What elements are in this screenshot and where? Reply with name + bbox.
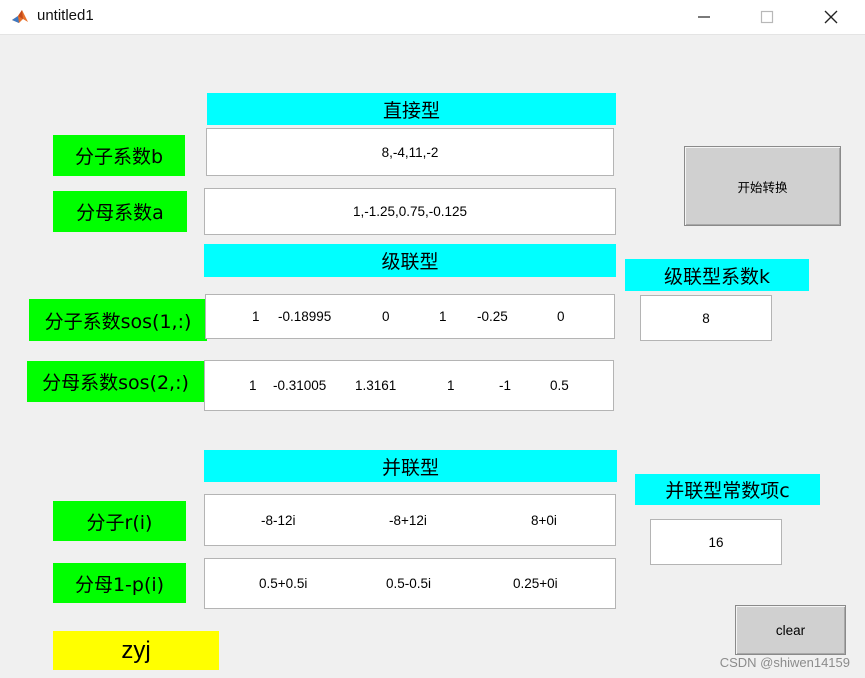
- cascade-num-coef: 1: [439, 309, 447, 324]
- direct-numerator-label: 分子系数b: [53, 135, 185, 176]
- parallel-c-label: 并联型常数项c: [635, 474, 820, 505]
- window-title: untitled1: [37, 7, 94, 24]
- cascade-den-coef: 1: [249, 378, 257, 393]
- author-label: zyj: [53, 631, 219, 670]
- cascade-k-label: 级联型系数k: [625, 259, 809, 291]
- parallel-den-pole: 0.5-0.5i: [386, 576, 432, 591]
- cascade-den-coef: -0.31005: [273, 378, 327, 393]
- direct-numerator-input[interactable]: 8,-4,11,-2: [206, 128, 614, 176]
- minimize-icon: [698, 16, 710, 18]
- clear-button[interactable]: clear: [735, 605, 846, 655]
- parallel-num-residue: 8+0i: [531, 512, 557, 528]
- cascade-num-coef: 0: [557, 309, 565, 324]
- close-icon: [824, 10, 838, 24]
- direct-denominator-input[interactable]: 1,-1.25,0.75,-0.125: [204, 188, 616, 235]
- cascade-den-coef: 1: [447, 378, 455, 393]
- watermark: CSDN @shiwen14159: [719, 655, 850, 670]
- cascade-num-coef: 1: [252, 309, 260, 324]
- cascade-den-coef: -1: [499, 378, 512, 393]
- cascade-den-coef: 0.5: [550, 378, 569, 393]
- parallel-numerator-input[interactable]: -8-12i -8+12i 8+0i: [204, 494, 616, 546]
- start-convert-button[interactable]: 开始转换: [684, 146, 841, 226]
- cascade-k-input[interactable]: 8: [640, 295, 772, 341]
- parallel-denominator-label: 分母1-p(i): [53, 563, 186, 603]
- title-bar: untitled1: [0, 0, 865, 35]
- parallel-numerator-label: 分子r(i): [53, 501, 186, 541]
- maximize-icon: [760, 10, 774, 24]
- close-button[interactable]: [801, 0, 861, 34]
- cascade-form-heading: 级联型: [204, 244, 616, 277]
- parallel-num-residue: -8+12i: [389, 512, 427, 528]
- cascade-num-coef: -0.18995: [278, 309, 332, 324]
- cascade-num-coef: 0: [382, 309, 390, 324]
- parallel-denominator-input[interactable]: 0.5+0.5i 0.5-0.5i 0.25+0i: [204, 558, 616, 609]
- cascade-den-coef: 1.3161: [355, 378, 397, 393]
- minimize-button[interactable]: [674, 0, 734, 34]
- parallel-form-heading: 并联型: [204, 450, 617, 482]
- direct-denominator-label: 分母系数a: [53, 191, 187, 232]
- direct-form-heading: 直接型: [207, 93, 616, 125]
- cascade-denominator-label: 分母系数sos(2,:): [27, 361, 204, 402]
- cascade-num-coef: -0.25: [477, 309, 508, 324]
- parallel-den-pole: 0.5+0.5i: [259, 576, 308, 591]
- parallel-num-residue: -8-12i: [261, 512, 296, 528]
- cascade-numerator-label: 分子系数sos(1,:): [29, 299, 207, 341]
- cascade-numerator-input[interactable]: 1 -0.18995 0 1 -0.25 0: [205, 294, 615, 339]
- parallel-c-input[interactable]: 16: [650, 519, 782, 565]
- cascade-denominator-input[interactable]: 1 -0.31005 1.3161 1 -1 0.5: [204, 360, 614, 411]
- parallel-den-pole: 0.25+0i: [513, 576, 558, 591]
- maximize-button[interactable]: [737, 0, 797, 34]
- matlab-icon: [10, 7, 30, 27]
